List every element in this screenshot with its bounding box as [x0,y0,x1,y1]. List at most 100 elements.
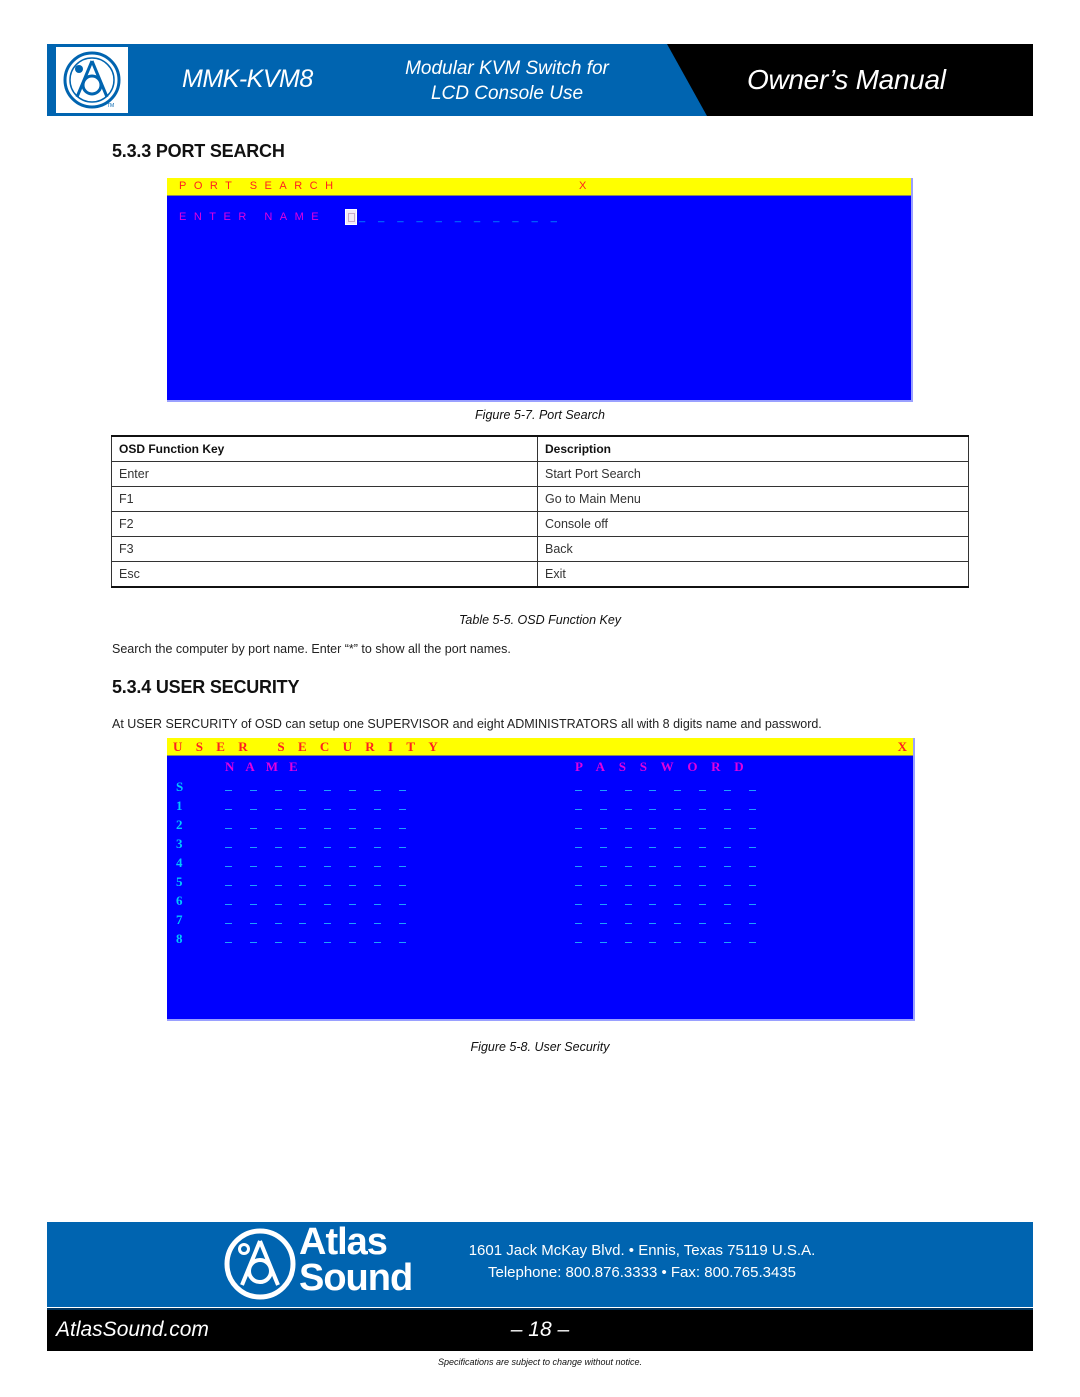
password-digit-slot[interactable] [599,923,607,925]
name-digit-slot[interactable] [274,828,282,830]
name-digit-slot[interactable] [349,866,356,868]
name-digit-slot[interactable] [373,790,381,792]
name-digit-slot[interactable] [349,904,356,906]
name-digit-slot[interactable] [274,942,282,944]
name-digit-slot[interactable] [249,828,257,830]
password-digit-slot[interactable] [748,942,756,944]
name-digit-slot[interactable] [249,904,257,906]
osd-close-button[interactable]: X [579,180,594,192]
password-digit-slot[interactable] [575,923,582,925]
name-digit-slot[interactable] [349,885,356,887]
password-digit-slot[interactable] [575,904,582,906]
password-digit-slot[interactable] [624,828,632,830]
password-digit-slot[interactable] [575,809,582,811]
password-digit-slot[interactable] [674,866,682,868]
name-digit-slot[interactable] [373,847,381,849]
osd-close-button[interactable]: X [898,739,907,755]
password-digit-slot[interactable] [624,885,632,887]
password-digit-slot[interactable] [599,885,607,887]
name-digit-slot[interactable] [324,923,332,925]
name-digit-slot[interactable] [324,866,332,868]
password-digit-slot[interactable] [699,923,706,925]
name-digit-slot[interactable] [324,809,332,811]
name-digit-slot[interactable] [249,885,257,887]
password-digit-slot[interactable] [748,809,756,811]
password-digit-slot[interactable] [599,942,607,944]
name-digit-slot[interactable] [324,885,332,887]
name-digit-slot[interactable] [398,942,406,944]
password-digit-slot[interactable] [699,866,706,868]
name-digit-slot[interactable] [373,828,381,830]
name-digit-slot[interactable] [373,866,381,868]
password-digit-slot[interactable] [723,847,731,849]
name-digit-slot[interactable] [299,885,307,887]
name-digit-slot[interactable] [249,847,257,849]
name-digit-slot[interactable] [274,809,282,811]
password-digit-slot[interactable] [723,942,731,944]
password-digit-slot[interactable] [649,885,657,887]
password-digit-slot[interactable] [699,828,706,830]
name-digit-slot[interactable] [373,923,381,925]
password-digit-slot[interactable] [699,790,706,792]
name-digit-slot[interactable] [274,866,282,868]
password-digit-slot[interactable] [674,942,682,944]
password-digit-slot[interactable] [674,885,682,887]
password-digit-slot[interactable] [723,866,731,868]
password-digit-slot[interactable] [674,809,682,811]
password-digit-slot[interactable] [599,904,607,906]
password-digit-slot[interactable] [599,790,607,792]
name-digit-slot[interactable] [249,809,257,811]
password-digit-slot[interactable] [674,828,682,830]
password-digit-slot[interactable] [674,847,682,849]
name-digit-slot[interactable] [299,828,307,830]
name-digit-slot[interactable] [249,923,257,925]
password-digit-slot[interactable] [649,904,657,906]
password-digit-slot[interactable] [723,809,731,811]
name-digit-slot[interactable] [274,904,282,906]
name-digit-slot[interactable] [299,866,307,868]
password-digit-slot[interactable] [624,866,632,868]
password-digit-slot[interactable] [723,904,731,906]
name-digit-slot[interactable] [349,923,356,925]
name-digit-slot[interactable] [274,885,282,887]
name-digit-slot[interactable] [349,828,356,830]
password-digit-slot[interactable] [699,942,706,944]
password-digit-slot[interactable] [649,866,657,868]
name-digit-slot[interactable] [398,790,406,792]
password-digit-slot[interactable] [649,847,657,849]
name-digit-slot[interactable] [299,847,307,849]
name-digit-slot[interactable] [225,885,232,887]
name-digit-slot[interactable] [349,942,356,944]
password-digit-slot[interactable] [599,828,607,830]
password-digit-slot[interactable] [674,790,682,792]
name-digit-slot[interactable] [324,847,332,849]
password-digit-slot[interactable] [649,809,657,811]
port-name-input[interactable]: _ _ _ _ _ _ _ _ _ _ _ [359,211,562,223]
password-digit-slot[interactable] [748,847,756,849]
password-digit-slot[interactable] [624,923,632,925]
name-digit-slot[interactable] [398,923,406,925]
password-digit-slot[interactable] [575,847,582,849]
password-digit-slot[interactable] [624,790,632,792]
password-digit-slot[interactable] [699,809,706,811]
password-digit-slot[interactable] [575,885,582,887]
password-digit-slot[interactable] [674,904,682,906]
name-digit-slot[interactable] [398,809,406,811]
password-digit-slot[interactable] [649,923,657,925]
name-digit-slot[interactable] [324,942,332,944]
password-digit-slot[interactable] [575,942,582,944]
name-digit-slot[interactable] [274,790,282,792]
name-digit-slot[interactable] [249,790,257,792]
password-digit-slot[interactable] [575,828,582,830]
password-digit-slot[interactable] [575,866,582,868]
name-digit-slot[interactable] [324,904,332,906]
name-digit-slot[interactable] [249,942,257,944]
password-digit-slot[interactable] [599,809,607,811]
name-digit-slot[interactable] [225,942,232,944]
password-digit-slot[interactable] [575,790,582,792]
password-digit-slot[interactable] [723,923,731,925]
name-digit-slot[interactable] [373,885,381,887]
password-digit-slot[interactable] [649,942,657,944]
password-digit-slot[interactable] [748,866,756,868]
password-digit-slot[interactable] [748,923,756,925]
